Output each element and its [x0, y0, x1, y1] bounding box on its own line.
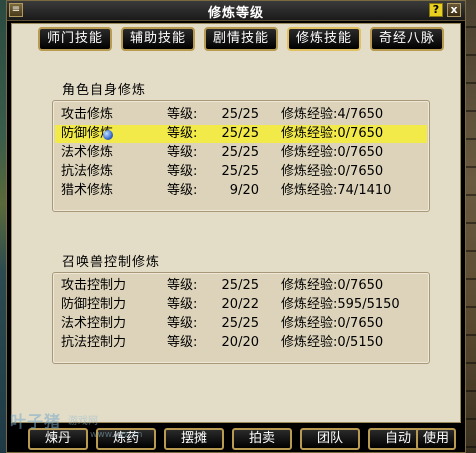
tab-cultivation-skills[interactable]: 修炼技能 [287, 27, 361, 51]
list-item[interactable]: 猎术修炼 等级: 9/20 修炼经验:74/1410 [55, 182, 427, 200]
exp-label: 修炼经验:0/7650 [281, 164, 384, 179]
character-cultivation-group: 攻击修炼 等级: 25/25 修炼经验:4/7650 防御修炼 等级: 25/2… [52, 100, 430, 212]
cultivation-dialog: ≡ 修炼等级 ? x [6, 0, 466, 453]
exp-label: 修炼经验:74/1410 [281, 183, 392, 198]
list-item[interactable]: 攻击修炼 等级: 25/25 修炼经验:4/7650 [55, 106, 427, 124]
help-icon[interactable]: ? [429, 3, 443, 17]
skill-name: 抗法修炼 [61, 164, 114, 179]
watermark-logo: 叶子猪 [10, 412, 62, 431]
watermark-sub: 游戏网 [68, 416, 98, 427]
level-value: 25/25 [221, 316, 259, 331]
pet-control-group: 攻击控制力 等级: 25/25 修炼经验:0/7650 防御控制力 等级: 20… [52, 272, 430, 364]
close-icon[interactable]: x [447, 3, 461, 17]
tab-meridians[interactable]: 奇经八脉 [370, 27, 444, 51]
team-button[interactable]: 团队 [300, 428, 360, 450]
skill-name: 防御控制力 [61, 297, 127, 312]
level-value: 25/25 [221, 164, 259, 179]
skill-name: 抗法控制力 [61, 335, 127, 350]
cursor-gem-icon [103, 130, 113, 140]
watermark-url: www.yzz.cn [90, 430, 143, 440]
use-button[interactable]: 使用 [416, 428, 456, 450]
level-label: 等级: [167, 126, 198, 141]
exp-label: 修炼经验:0/5150 [281, 335, 384, 350]
level-value: 25/25 [221, 278, 259, 293]
level-value: 25/25 [221, 126, 259, 141]
tab-story-skills[interactable]: 剧情技能 [204, 27, 278, 51]
tab-support-skills[interactable]: 辅助技能 [121, 27, 195, 51]
list-item[interactable]: 抗法修炼 等级: 25/25 修炼经验:0/7650 [55, 163, 427, 181]
window-title: 修炼等级 [207, 6, 264, 21]
tab-sect-skills[interactable]: 师门技能 [38, 27, 112, 51]
character-section-title: 角色自身修炼 [62, 83, 147, 98]
exp-label: 修炼经验:595/5150 [281, 297, 400, 312]
exp-label: 修炼经验:0/7650 [281, 278, 384, 293]
level-value: 20/22 [221, 297, 259, 312]
level-label: 等级: [167, 278, 198, 293]
skill-name: 猎术修炼 [61, 183, 114, 198]
level-label: 等级: [167, 145, 198, 160]
skill-name: 攻击控制力 [61, 278, 127, 293]
pet-section-title: 召唤兽控制修炼 [62, 255, 161, 270]
list-item[interactable]: 抗法控制力 等级: 20/20 修炼经验:0/5150 [55, 334, 427, 352]
level-value: 9/20 [229, 183, 259, 198]
exp-label: 修炼经验:0/7650 [281, 316, 384, 331]
skill-tabs: 师门技能 辅助技能 剧情技能 修炼技能 奇经八脉 [38, 27, 448, 53]
skill-name: 法术控制力 [61, 316, 127, 331]
list-item[interactable]: 攻击控制力 等级: 25/25 修炼经验:0/7650 [55, 277, 427, 295]
exp-label: 修炼经验:0/7650 [281, 145, 384, 160]
level-label: 等级: [167, 107, 198, 122]
exp-label: 修炼经验:0/7650 [281, 126, 384, 141]
title-bar[interactable]: ≡ 修炼等级 ? x [7, 1, 465, 21]
skill-name: 法术修炼 [61, 145, 114, 160]
exp-label: 修炼经验:4/7650 [281, 107, 384, 122]
list-item[interactable]: 法术修炼 等级: 25/25 修炼经验:0/7650 [55, 144, 427, 162]
level-label: 等级: [167, 335, 198, 350]
level-value: 20/20 [221, 335, 259, 350]
list-item[interactable]: 防御控制力 等级: 20/22 修炼经验:595/5150 [55, 296, 427, 314]
level-label: 等级: [167, 164, 198, 179]
level-label: 等级: [167, 297, 198, 312]
bottom-action-bar: 煉丹 炼药 摆摊 拍卖 团队 自动 使用 [4, 426, 456, 452]
skill-name: 攻击修炼 [61, 107, 114, 122]
list-item-selected[interactable]: 防御修炼 等级: 25/25 修炼经验:0/7650 [55, 125, 427, 143]
list-item[interactable]: 法术控制力 等级: 25/25 修炼经验:0/7650 [55, 315, 427, 333]
level-label: 等级: [167, 316, 198, 331]
auction-button[interactable]: 拍卖 [232, 428, 292, 450]
level-value: 25/25 [221, 107, 259, 122]
level-value: 25/25 [221, 145, 259, 160]
level-label: 等级: [167, 183, 198, 198]
stall-button[interactable]: 摆摊 [164, 428, 224, 450]
